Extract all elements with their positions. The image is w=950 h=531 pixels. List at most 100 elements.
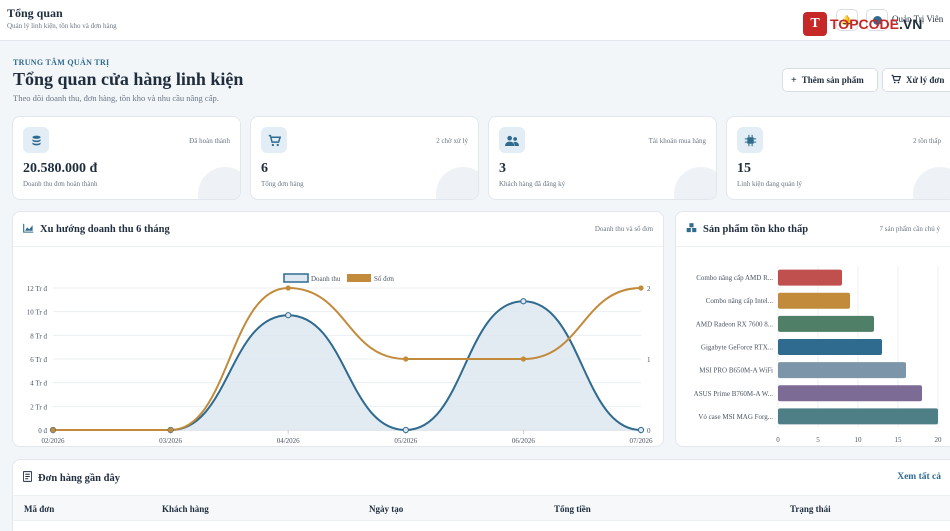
y-tick-label: 6 Tr đ — [30, 356, 47, 364]
revenue-point — [402, 426, 409, 434]
column-header[interactable]: Trạng thái — [790, 504, 831, 514]
recent-orders-panel: Đơn hàng gần đây Xem tất cả Mã đơn Khách… — [12, 459, 950, 531]
orders-point — [403, 356, 409, 362]
legend-label-revenue: Doanh thu — [311, 275, 341, 283]
stock-bar — [778, 362, 906, 379]
topcode-logo: T TOPCODE.VN — [803, 11, 922, 37]
stat-value: 15 — [737, 161, 751, 176]
x-tick-label: 20 — [935, 436, 943, 444]
y-tick-label: 2 Tr đ — [30, 403, 47, 411]
revenue-chart: 0 đ 2 Tr đ 4 Tr đ 6 Tr đ 8 Tr đ 10 Tr đ 12 Tr … — [27, 273, 653, 445]
y2-tick-label: 1 — [647, 356, 651, 364]
x-tick-label: 15 — [895, 436, 903, 444]
x-tick-label: 03/2026 — [159, 437, 182, 445]
area-chart-icon — [23, 223, 34, 236]
stat-tag: 2 chờ xử lý — [436, 137, 468, 145]
logo-word: TOPCODE.VN — [830, 16, 923, 32]
column-header[interactable]: Ngày tạo — [369, 504, 403, 514]
topbar-title: Tổng quan — [7, 6, 63, 20]
y-tick-label: 12 Tr đ — [27, 285, 48, 293]
panel-title: Sản phẩm tồn kho thấp — [686, 223, 808, 236]
see-all-link[interactable]: Xem tất cả — [897, 472, 941, 482]
panel-note: 7 sản phẩm cần chú ý — [879, 225, 940, 233]
revenue-point — [637, 426, 645, 434]
column-header[interactable]: Khách hàng — [162, 504, 209, 514]
low-stock-chart: 0 5 10 15 20 Combo nâng cấp AMD R... Combo nân… — [694, 266, 943, 444]
stat-label: Tổng đơn hàng — [261, 180, 304, 188]
y2-tick-label: 2 — [647, 285, 651, 293]
panel-title: Đơn hàng gần đây — [22, 471, 120, 485]
process-orders-button[interactable]: Xử lý đơn — [882, 68, 950, 92]
stat-label: Khách hàng đã đăng ký — [499, 180, 566, 188]
page-subtitle: Theo dõi doanh thu, đơn hàng, tồn kho và… — [13, 93, 219, 103]
stat-card-products: 2 tồn thấp 15 Linh kiện đang quản lý — [726, 116, 950, 200]
orders-point — [168, 427, 174, 433]
stat-tag: 2 tồn thấp — [913, 137, 941, 145]
stock-bar — [778, 385, 922, 402]
add-product-label: Thêm sản phẩm — [801, 75, 864, 85]
x-tick-label: 07/2026 — [630, 437, 653, 445]
card-decoration — [198, 167, 240, 199]
category-label: Vỏ case MSI MAG Forg... — [698, 413, 773, 421]
chip-icon — [737, 127, 763, 153]
orders-point — [50, 427, 56, 433]
revenue-point — [520, 298, 527, 305]
page-eyebrow: TRUNG TÂM QUẢN TRỊ — [13, 58, 110, 67]
plus-icon: + — [791, 74, 797, 86]
topbar-subtitle: Quản lý linh kiện, tồn kho và đơn hàng — [7, 22, 117, 30]
column-header[interactable]: Tổng tiền — [554, 504, 591, 514]
legend-swatch-orders — [347, 274, 371, 282]
stat-card-customers: Tài khoản mua hàng 3 Khách hàng đã đăng … — [488, 116, 717, 200]
stat-label: Doanh thu đơn hoàn thành — [23, 180, 98, 188]
panel-title: Xu hướng doanh thu 6 tháng — [23, 223, 170, 236]
y2-tick-label: 0 — [647, 427, 651, 435]
x-tick-label: 0 — [776, 436, 780, 444]
logo-mark: T — [803, 12, 827, 36]
x-tick-label: 10 — [855, 436, 863, 444]
orders-table-header: Mã đơn Khách hàng Ngày tạo Tổng tiền Trạ… — [13, 495, 950, 521]
panel-note: Doanh thu và số đơn — [594, 225, 653, 233]
panel-header: Sản phẩm tồn kho thấp 7 sản phẩm cần chú… — [676, 212, 950, 247]
stock-bar — [778, 339, 882, 355]
chart-legend: Doanh thu Số đơn — [283, 273, 394, 283]
stat-tag: Tài khoản mua hàng — [648, 137, 706, 145]
panel-header: Đơn hàng gần đây Xem tất cả — [13, 460, 950, 495]
coins-icon — [23, 127, 49, 153]
stat-value: 20.580.000 đ — [23, 161, 98, 176]
stat-value: 6 — [261, 161, 268, 176]
cart-icon — [891, 74, 902, 87]
stock-bar — [778, 408, 938, 425]
cart-icon — [261, 127, 287, 153]
orders-point — [285, 285, 291, 291]
revenue-point — [285, 312, 292, 319]
x-tick-label: 06/2026 — [512, 437, 535, 445]
stat-card-revenue: Đã hoàn thành 20.580.000 đ Doanh thu đơn… — [12, 116, 241, 200]
card-decoration — [436, 167, 478, 199]
orders-point — [520, 356, 526, 362]
add-product-button[interactable]: + Thêm sản phẩm — [782, 68, 878, 92]
category-label: ASUS Prime B760M-A W... — [694, 390, 774, 398]
stock-bar — [778, 315, 874, 332]
y-tick-label: 0 đ — [38, 427, 47, 435]
card-decoration — [674, 167, 716, 199]
boxes-icon — [686, 223, 697, 236]
category-label: AMD Radeon RX 7600 8... — [696, 320, 773, 328]
y-tick-label: 8 Tr đ — [30, 332, 47, 340]
low-stock-panel: Sản phẩm tồn kho thấp 7 sản phẩm cần chú… — [675, 211, 950, 447]
stat-label: Linh kiện đang quản lý — [737, 180, 802, 188]
orders-point — [638, 285, 644, 291]
revenue-trend-panel: Xu hướng doanh thu 6 tháng Doanh thu và … — [12, 211, 664, 447]
category-label: Combo nâng cấp Intel... — [706, 297, 774, 305]
stat-card-orders: 2 chờ xử lý 6 Tổng đơn hàng — [250, 116, 479, 200]
page-title: Tổng quan cửa hàng linh kiện — [13, 69, 244, 89]
category-label: Gigabyte GeForce RTX... — [701, 344, 773, 352]
x-tick-label: 04/2026 — [277, 437, 300, 445]
stock-bar — [778, 269, 842, 286]
stat-tag: Đã hoàn thành — [189, 137, 230, 145]
category-label: Combo nâng cấp AMD R... — [696, 274, 773, 282]
legend-swatch-revenue — [283, 273, 309, 283]
column-header[interactable]: Mã đơn — [24, 504, 54, 514]
legend-label-orders: Số đơn — [374, 275, 394, 283]
y-tick-label: 10 Tr đ — [27, 309, 48, 317]
y-tick-label: 4 Tr đ — [30, 380, 47, 388]
